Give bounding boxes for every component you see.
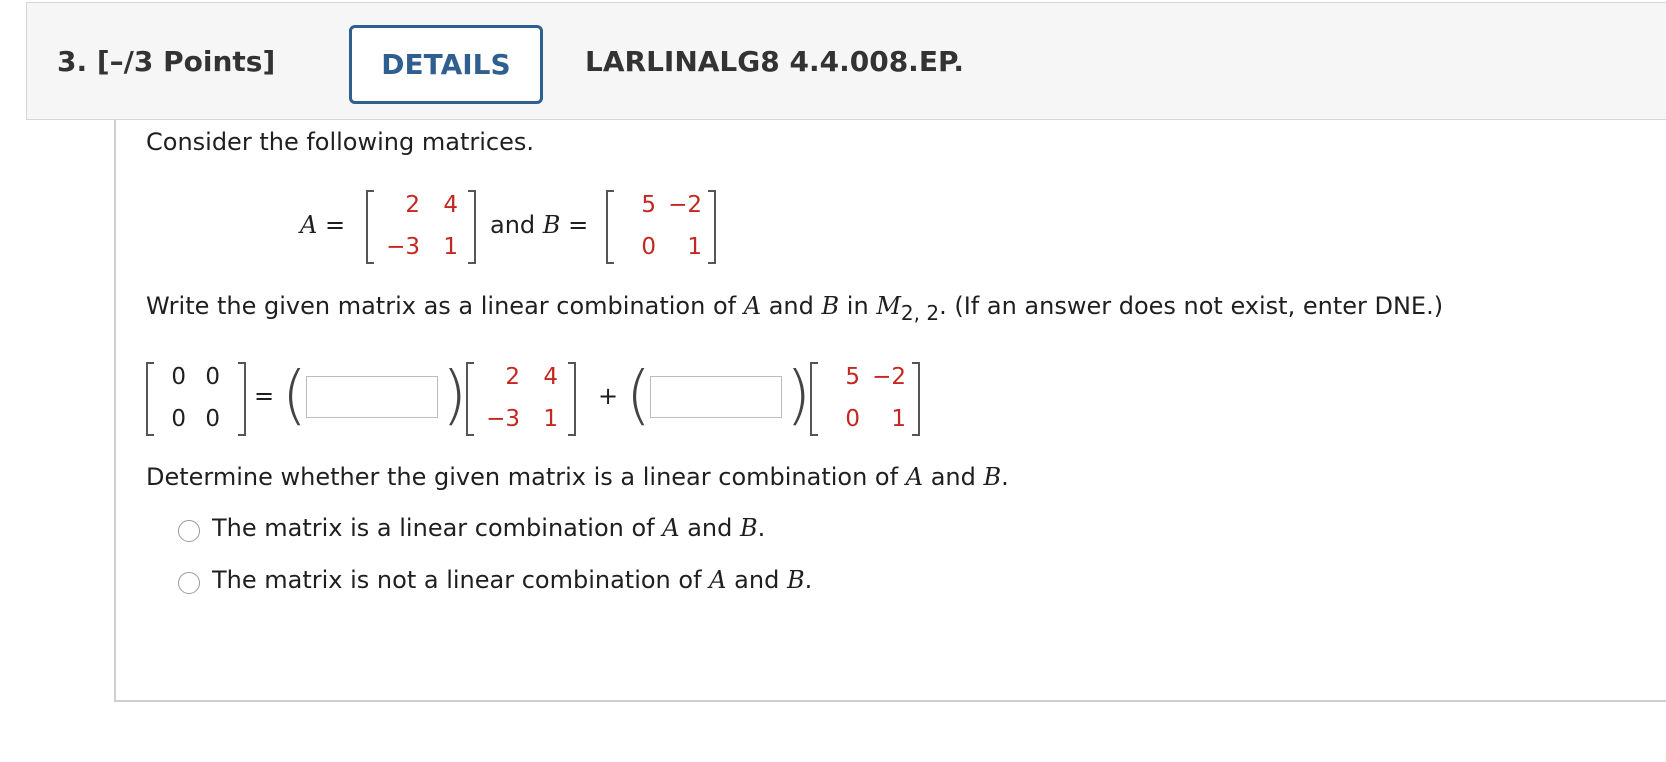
- option-text: The matrix is not a linear combination o…: [212, 566, 702, 594]
- matrix-a-copy: 2 4 −3 1: [466, 362, 576, 436]
- bracket-right: [912, 362, 920, 436]
- question-body: Consider the following matrices. A = 2 4…: [114, 120, 1666, 702]
- target-matrix: 0 0 0 0: [146, 362, 246, 436]
- instruction-prefix: Write the given matrix as a linear combi…: [146, 292, 737, 320]
- instruction-suffix: . (If an answer does not exist, enter DN…: [939, 292, 1444, 320]
- matrix-cell: 0: [845, 406, 860, 432]
- matrix-cell: 1: [891, 406, 906, 432]
- question-and: and: [930, 463, 976, 491]
- open-paren: (: [626, 359, 651, 433]
- matrix-a-ref: A: [662, 514, 680, 542]
- matrix-a: 2 4 −3 1: [366, 190, 476, 264]
- matrix-a-definition: A =: [300, 211, 345, 239]
- matrix-b-definition: and B =: [490, 211, 588, 239]
- plus-sign: +: [598, 382, 619, 410]
- matrix-a-ref: A: [709, 566, 727, 594]
- matrix-cell: 2: [405, 192, 420, 218]
- matrix-cell: 0: [205, 406, 220, 432]
- bracket-right: [238, 362, 246, 436]
- bracket-left: [810, 362, 818, 436]
- instruction-in: in: [846, 292, 869, 320]
- matrix-b-ref: B: [740, 514, 758, 542]
- matrix-cell: 1: [543, 406, 558, 432]
- matrix-a-label: A: [300, 211, 318, 239]
- matrix-cell: 0: [205, 364, 220, 390]
- option-suffix: .: [804, 566, 813, 594]
- matrix-cell: 2: [505, 364, 520, 390]
- matrix-b-label: B: [542, 211, 561, 239]
- close-paren: ): [442, 359, 467, 433]
- bracket-left: [366, 190, 374, 264]
- coefficient-b-input[interactable]: [650, 376, 782, 418]
- bracket-right: [708, 190, 716, 264]
- question-suffix: .: [1001, 463, 1009, 491]
- matrix-b-ref: B: [821, 292, 840, 320]
- matrix-a-ref: A: [743, 292, 762, 320]
- equals-sign: =: [324, 211, 346, 239]
- open-paren: (: [282, 359, 307, 433]
- option-is-combination-label[interactable]: The matrix is a linear combination of A …: [212, 514, 765, 542]
- matrix-cell: −2: [668, 192, 702, 218]
- matrix-cell: −2: [872, 364, 906, 390]
- problem-id: LARLINALG8 4.4.008.EP.: [585, 45, 964, 78]
- question-heading: 3. [–/3 Points]: [57, 45, 275, 78]
- option-and: and: [687, 514, 733, 542]
- matrix-cell: 5: [845, 364, 860, 390]
- matrix-cell: 1: [443, 234, 458, 260]
- space-subscript: 2, 2: [900, 300, 940, 325]
- matrix-b-ref: B: [983, 463, 1002, 491]
- matrix-cell: −3: [486, 406, 520, 432]
- instruction-and: and: [768, 292, 814, 320]
- option-text: The matrix is a linear combination of: [212, 514, 655, 542]
- determine-question: Determine whether the given matrix is a …: [146, 463, 1009, 491]
- matrix-b-ref: B: [786, 566, 805, 594]
- option-not-combination-label[interactable]: The matrix is not a linear combination o…: [212, 566, 812, 594]
- matrix-cell: 5: [641, 192, 656, 218]
- space-symbol: M: [876, 292, 901, 320]
- question-number: 3.: [57, 45, 88, 78]
- option-and: and: [734, 566, 780, 594]
- option-not-combination-radio[interactable]: [178, 572, 200, 594]
- equals-sign: =: [568, 211, 589, 239]
- question-header: 3. [–/3 Points] DETAILS LARLINALG8 4.4.0…: [26, 2, 1666, 120]
- bracket-left: [466, 362, 474, 436]
- matrix-b-copy: 5 −2 0 1: [810, 362, 920, 436]
- matrix-b: 5 −2 0 1: [606, 190, 716, 264]
- equals-sign: =: [254, 382, 275, 410]
- and-text: and: [490, 211, 536, 239]
- bracket-right: [568, 362, 576, 436]
- option-is-combination-radio[interactable]: [178, 520, 200, 542]
- intro-text: Consider the following matrices.: [146, 128, 534, 156]
- matrix-cell: −3: [386, 234, 420, 260]
- matrix-a-ref: A: [905, 463, 924, 491]
- points-label: [–/3 Points]: [96, 45, 276, 78]
- matrix-cell: 0: [641, 234, 656, 260]
- bracket-right: [468, 190, 476, 264]
- option-suffix: .: [757, 514, 766, 542]
- coefficient-a-input[interactable]: [306, 376, 438, 418]
- close-paren: ): [786, 359, 811, 433]
- matrix-cell: 1: [687, 234, 702, 260]
- matrix-cell: 4: [543, 364, 558, 390]
- matrix-cell: 4: [443, 192, 458, 218]
- bracket-left: [606, 190, 614, 264]
- question-prefix: Determine whether the given matrix is a …: [146, 463, 899, 491]
- instruction-text: Write the given matrix as a linear combi…: [146, 292, 1443, 325]
- details-button[interactable]: DETAILS: [349, 25, 543, 104]
